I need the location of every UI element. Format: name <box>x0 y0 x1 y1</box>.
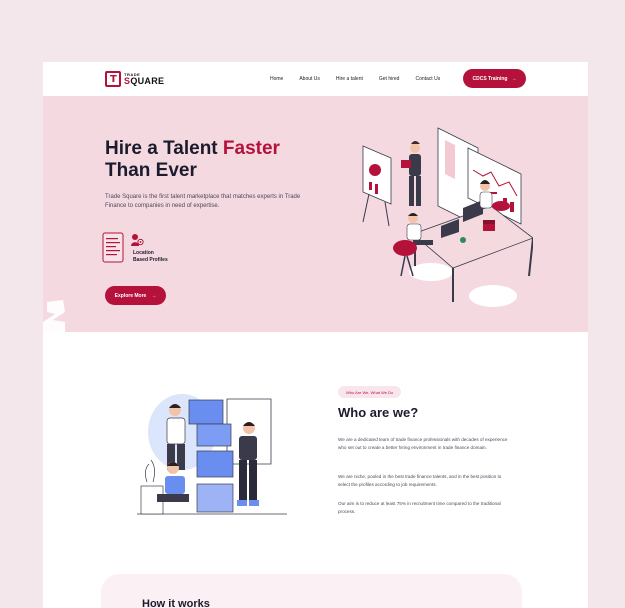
hero-section: Hire a Talent Faster Than Ever Trade Squ… <box>43 96 588 332</box>
nav-link-get-hired[interactable]: Get hired <box>379 76 400 82</box>
explore-more-button[interactable]: Explore More → <box>105 286 166 305</box>
location-pin-icon <box>131 234 144 246</box>
hero-description: Trade Square is the first talent marketp… <box>105 194 301 209</box>
cdcs-training-label: CDCS Training <box>472 75 508 82</box>
top-navigation: T TRADE SQUARE Home About Us Hire a tale… <box>43 62 588 96</box>
about-paragraph: Our aim is to reduce at least 75% in rec… <box>338 501 501 514</box>
feature-label: Location Based Profiles <box>133 250 168 263</box>
nav-link-contact-us[interactable]: Contact Us <box>415 76 440 82</box>
document-icon <box>102 232 124 263</box>
how-it-works-card: How it works <box>101 574 522 608</box>
logo-wordmark: TRADE SQUARE <box>124 71 165 86</box>
logo-mark-icon: T <box>105 71 121 87</box>
logo[interactable]: T TRADE SQUARE <box>105 71 164 87</box>
page-frame: T TRADE SQUARE Home About Us Hire a tale… <box>43 62 588 608</box>
nav-links: Home About Us Hire a talent Get hired Co… <box>270 76 456 82</box>
office-team-illustration <box>362 127 533 307</box>
cdcs-training-button[interactable]: CDCS Training → <box>463 69 526 88</box>
arrow-right-icon: → <box>511 75 517 82</box>
about-paragraph: We are niche, pooled in the best trade f… <box>338 474 502 487</box>
nav-link-hire-a-talent[interactable]: Hire a talent <box>336 76 363 82</box>
nav-link-home[interactable]: Home <box>270 76 283 82</box>
nav-link-about-us[interactable]: About Us <box>299 76 320 82</box>
explore-more-label: Explore More <box>114 292 147 299</box>
section-tag: Who Are We, What We Do <box>338 386 402 398</box>
hero-title: Hire a Talent Faster Than Ever <box>105 138 280 181</box>
location-feature: Location Based Profiles <box>102 232 168 264</box>
arrow-right-icon: → <box>151 292 157 299</box>
movers-illustration <box>137 394 287 515</box>
how-it-works-title: How it works <box>142 598 210 608</box>
about-title: Who are we? <box>338 405 419 420</box>
decorative-shape <box>43 300 65 332</box>
about-paragraph: We are a dedicated team of trade finance… <box>338 437 508 450</box>
